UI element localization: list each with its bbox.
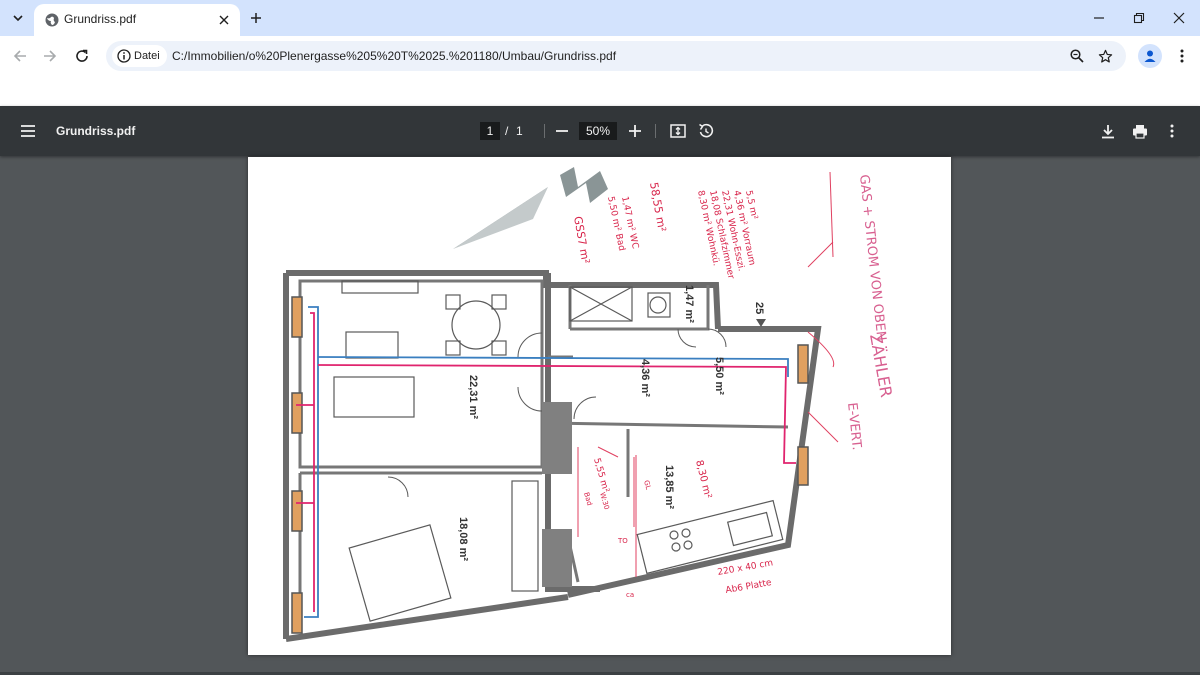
pdf-toolbar: Grundriss.pdf 1 / 1 50%: [0, 106, 1200, 156]
back-button[interactable]: [8, 44, 32, 68]
fit-page-button[interactable]: [668, 121, 688, 141]
rotate-icon: [699, 123, 714, 138]
close-window-button[interactable]: [1164, 6, 1194, 30]
back-arrow-icon: [13, 50, 26, 62]
star-icon: [1098, 49, 1112, 63]
zoom-out-icon: [556, 130, 568, 132]
pdf-page: 25 22,31 m² 18,08 m² 4,36 m² 5,50 m² 13,…: [248, 157, 951, 655]
more-vert-icon: [1170, 124, 1174, 138]
address-bar[interactable]: Datei C:/Immobilien/o%20Plenergasse%205%…: [106, 41, 1126, 71]
wall-block: [542, 529, 572, 587]
browser-menu-button[interactable]: [1172, 44, 1192, 68]
download-icon: [1102, 124, 1114, 138]
room-area-label: 18,08 m²: [457, 517, 469, 561]
download-button[interactable]: [1098, 121, 1118, 141]
page-total: 1: [516, 124, 523, 138]
rotate-button[interactable]: [696, 121, 716, 141]
bookmark-button[interactable]: [1096, 47, 1114, 65]
reload-button[interactable]: [70, 44, 94, 68]
tab-close-button[interactable]: [216, 12, 232, 28]
fit-page-icon: [670, 124, 686, 138]
toolbar-divider: [544, 124, 545, 138]
print-icon: [1133, 124, 1147, 139]
plus-icon: [251, 13, 261, 23]
zoom-button[interactable]: [1068, 47, 1086, 65]
zoom-out-button[interactable]: [552, 121, 572, 141]
small-note: TO: [617, 537, 628, 545]
note-line: GSS7 m²: [571, 215, 592, 265]
profile-icon: [1144, 50, 1156, 62]
total-area-note: 58,55 m²: [647, 181, 669, 233]
browser-tab[interactable]: Grundriss.pdf: [34, 4, 240, 36]
chevron-down-icon: [13, 15, 23, 22]
site-info-label: Datei: [134, 50, 160, 62]
small-note: GL: [642, 479, 652, 490]
zoom-in-icon: [629, 125, 641, 137]
small-note: W:30: [598, 491, 611, 510]
reload-icon: [76, 49, 88, 62]
toolbar-spacer: [0, 76, 1200, 106]
tab-strip: Grundriss.pdf: [0, 0, 1200, 36]
pdf-title: Grundriss.pdf: [56, 124, 136, 138]
print-button[interactable]: [1130, 121, 1150, 141]
wall-block: [542, 402, 572, 474]
small-note: ca: [626, 591, 634, 599]
room-area-label: 22,31 m²: [467, 375, 479, 419]
handwritten-notes: 5,5 m² 4,36 m² Vorraum 22,31 Wohn-Esszi.…: [571, 181, 759, 280]
small-note: Bad: [582, 491, 593, 506]
restore-icon: [1133, 12, 1145, 24]
minimize-button[interactable]: [1084, 6, 1114, 30]
handwritten-room-notes: 5,55 m² 8,30 m² 220 x 40 cm Ab6 Platte B…: [582, 457, 774, 599]
page-separator: /: [505, 124, 509, 138]
room-area-label: 13,85 m²: [663, 465, 675, 509]
plate-note: Ab6 Platte: [725, 578, 773, 596]
stair-arrow-icon: [756, 319, 766, 327]
zoom-level-input[interactable]: 50%: [579, 122, 617, 140]
profile-button[interactable]: [1138, 44, 1162, 68]
tab-title: Grundriss.pdf: [64, 12, 137, 26]
bath-area-note: 5,55 m²: [591, 457, 610, 494]
minimize-icon: [1094, 17, 1104, 19]
forward-button[interactable]: [38, 44, 62, 68]
restore-button[interactable]: [1124, 6, 1154, 30]
site-info-chip[interactable]: Datei: [112, 45, 167, 67]
menu-icon: [21, 125, 35, 137]
floor-plan: 25 22,31 m² 18,08 m² 4,36 m² 5,50 m² 13,…: [283, 167, 896, 642]
room-area-label: 4,36 m²: [639, 359, 651, 397]
new-tab-button[interactable]: [246, 8, 266, 28]
distribution-board-note: E-VERT.: [844, 402, 864, 451]
toolbar-divider: [655, 124, 656, 138]
tab-search-button[interactable]: [8, 8, 28, 28]
url-text[interactable]: C:/Immobilien/o%20Plenergasse%205%20T%20…: [172, 49, 616, 63]
kitchen-area-note: 8,30 m²: [693, 459, 713, 500]
more-vert-icon: [1180, 49, 1184, 63]
info-icon: [117, 49, 131, 63]
forward-arrow-icon: [44, 50, 57, 62]
browser-toolbar: Datei C:/Immobilien/o%20Plenergasse%205%…: [0, 36, 1200, 76]
close-icon: [1173, 12, 1185, 24]
page-number-input[interactable]: 1: [480, 122, 500, 140]
sidebar-menu-button[interactable]: [18, 121, 38, 141]
pdf-more-button[interactable]: [1162, 121, 1182, 141]
gas-note: GAS + STROM VON OBEN: [856, 174, 888, 342]
room-area-label: 5,50 m²: [713, 357, 725, 395]
room-area-label: 1,47 m²: [683, 285, 695, 323]
stair-label: 25: [753, 302, 765, 314]
globe-icon: [45, 13, 59, 27]
close-icon: [219, 15, 229, 25]
meter-note: ZÄHLER: [866, 332, 896, 398]
zoom-in-button[interactable]: [625, 121, 645, 141]
handwritten-notes-pink: GAS + STROM VON OBEN ZÄHLER E-VERT.: [844, 174, 896, 451]
zoom-icon: [1070, 49, 1084, 63]
